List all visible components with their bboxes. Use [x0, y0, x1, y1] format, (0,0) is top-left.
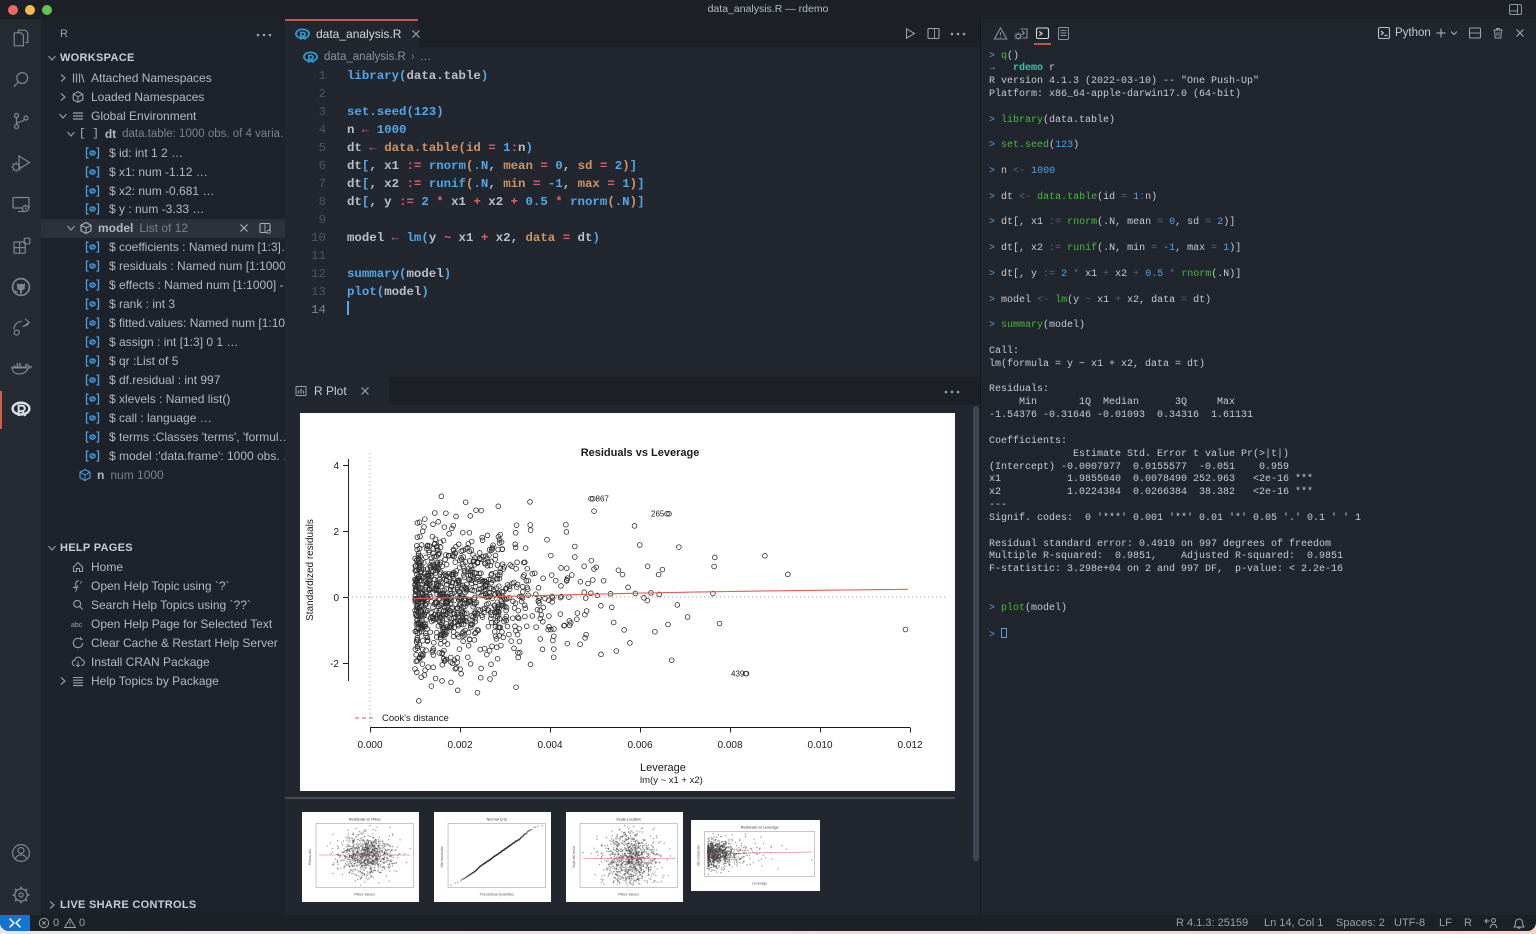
svg-text:lm(y ~ x1 + x2): lm(y ~ x1 + x2) — [640, 775, 703, 786]
svg-text:Std residuals: Std residuals — [696, 845, 700, 866]
svg-text:Residuals: Residuals — [308, 849, 312, 865]
svg-text:0.004: 0.004 — [537, 740, 562, 751]
svg-text:0.000: 0.000 — [357, 740, 382, 751]
svg-text:Normal Q-Q: Normal Q-Q — [487, 817, 507, 821]
svg-text:-2: -2 — [330, 659, 339, 670]
svg-text:4: 4 — [333, 461, 339, 472]
svg-text:0.002: 0.002 — [447, 740, 472, 751]
svg-text:abc: abc — [71, 622, 83, 629]
svg-text:867: 867 — [596, 495, 610, 504]
svg-text:Fitted values: Fitted values — [354, 893, 375, 897]
svg-text:Theoretical Quantiles: Theoretical Quantiles — [479, 893, 514, 897]
svg-text:Residuals vs Leverage: Residuals vs Leverage — [581, 447, 700, 459]
svg-text:Scale-Location: Scale-Location — [616, 817, 641, 821]
svg-text:439: 439 — [731, 670, 745, 679]
svg-text:Sqrt std resid: Sqrt std resid — [572, 846, 576, 868]
svg-text:0.006: 0.006 — [627, 740, 652, 751]
svg-text:Leverage: Leverage — [640, 762, 686, 774]
svg-text:0.008: 0.008 — [717, 740, 742, 751]
svg-text:Leverage: Leverage — [752, 882, 767, 886]
svg-text:Std residuals: Std residuals — [440, 846, 444, 867]
svg-text:Cook's distance: Cook's distance — [382, 713, 449, 724]
svg-text:0.012: 0.012 — [897, 740, 922, 751]
svg-text:2: 2 — [333, 527, 339, 538]
svg-text:Standardized residuals: Standardized residuals — [305, 519, 316, 621]
svg-text:Fitted values: Fitted values — [618, 893, 639, 897]
svg-text:265: 265 — [651, 510, 665, 519]
svg-text:0: 0 — [333, 593, 339, 604]
svg-text:0.010: 0.010 — [807, 740, 832, 751]
svg-text:Residuals vs Leverage: Residuals vs Leverage — [741, 825, 779, 829]
svg-text:Residuals vs Fitted: Residuals vs Fitted — [349, 817, 381, 821]
